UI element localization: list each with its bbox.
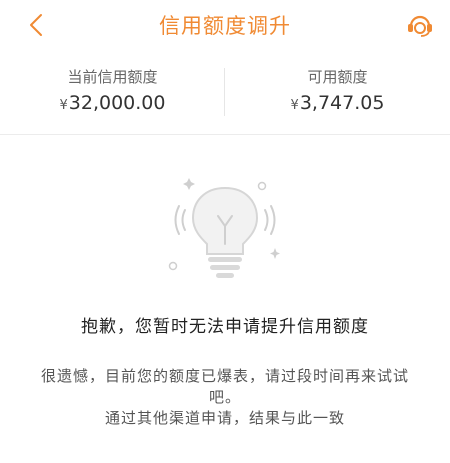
- currency-symbol: ¥: [290, 98, 299, 113]
- current-credit-limit-label: 当前信用额度: [67, 68, 158, 86]
- quota-summary: 当前信用额度 ¥32,000.00 可用额度 ¥3,747.05: [0, 56, 450, 126]
- sparkle-icon: [183, 178, 195, 190]
- current-credit-limit-amount: 32,000.00: [68, 92, 166, 114]
- error-description: 很遗憾，目前您的额度已爆表，请过段时间再来试试 吧。 通过其他渠道申请，结果与此…: [26, 366, 424, 429]
- customer-service-button[interactable]: [404, 10, 436, 40]
- decor-circle-icon: [257, 181, 267, 191]
- horizontal-divider: [0, 134, 450, 135]
- available-credit-value: ¥3,747.05: [225, 92, 450, 114]
- error-title: 抱歉，您暂时无法申请提升信用额度: [81, 317, 369, 337]
- nav-bar: 信用额度调升: [0, 0, 450, 50]
- error-description-line: 吧。: [208, 388, 241, 406]
- error-description-line: 很遗憾，目前您的额度已爆表，请过段时间再来试试: [40, 367, 409, 385]
- available-credit: 可用额度 ¥3,747.05: [225, 56, 450, 126]
- lightbulb-illustration: [168, 178, 280, 278]
- customer-service-headset-icon: [408, 15, 432, 37]
- currency-symbol: ¥: [59, 98, 68, 113]
- available-credit-label: 可用额度: [307, 68, 368, 86]
- decor-circle-icon: [168, 261, 178, 271]
- vertical-divider: [224, 68, 225, 116]
- available-credit-amount: 3,747.05: [299, 92, 385, 114]
- sparkle-icon: [270, 248, 280, 259]
- error-description-line: 通过其他渠道申请，结果与此一致: [104, 409, 345, 427]
- page-title: 信用额度调升: [159, 14, 291, 38]
- current-credit-limit: 当前信用额度 ¥32,000.00: [0, 56, 225, 126]
- current-credit-limit-value: ¥32,000.00: [0, 92, 225, 114]
